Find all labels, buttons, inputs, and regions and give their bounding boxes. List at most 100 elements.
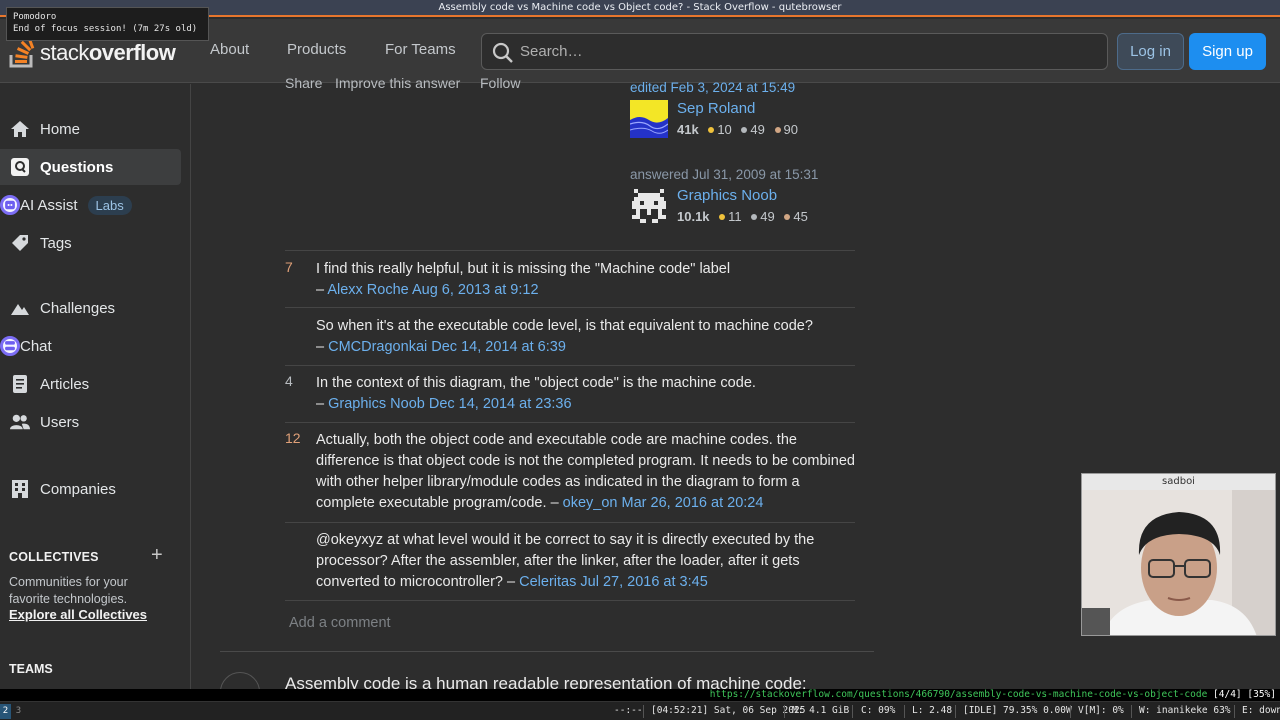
- comment-user-link[interactable]: Alexx Roche: [327, 282, 408, 298]
- webcam-feed: [1082, 490, 1275, 635]
- comment-user-link[interactable]: CMCDragonkai: [328, 339, 427, 355]
- webcam-label: sadboi: [1082, 474, 1275, 490]
- comment-date-link[interactable]: Jul 27, 2016 at 3:45: [580, 574, 707, 590]
- sidebar-item-chat[interactable]: Chat: [0, 328, 181, 364]
- bronze-badge-icon: [774, 127, 781, 133]
- share-link[interactable]: Share: [285, 75, 322, 91]
- gold-badge-icon: [719, 214, 726, 220]
- sidebar-item-label: Tags: [40, 234, 72, 252]
- system-status-bar: 2 3 --:-- [04:52:21] Sat, 06 Sep 2025 M:…: [0, 701, 1280, 720]
- comment-body: In the context of this diagram, the "obj…: [316, 373, 856, 415]
- sidebar-item-users[interactable]: Users: [0, 404, 181, 440]
- explore-collectives-link[interactable]: Explore all Collectives: [9, 607, 147, 622]
- chat-icon: [0, 336, 20, 356]
- status-separator: [643, 705, 644, 718]
- comment-dash: –: [316, 282, 325, 298]
- users-icon: [10, 412, 30, 432]
- search-icon: [492, 42, 514, 64]
- status-separator: [1070, 705, 1071, 718]
- add-comment-link[interactable]: Add a comment: [289, 615, 391, 631]
- comment-score: 4: [285, 373, 293, 389]
- comment-score: 12: [285, 430, 301, 446]
- comment-user-link[interactable]: Celeritas: [519, 574, 576, 590]
- nav-for-teams[interactable]: For Teams: [385, 41, 456, 58]
- comment-divider: [285, 600, 855, 601]
- logo-text: stackoverflow: [40, 40, 176, 66]
- collectives-description: Communities for your favorite technologi…: [9, 575, 128, 606]
- status-separator: [784, 705, 785, 718]
- comment-date-link[interactable]: Aug 6, 2013 at 9:12: [412, 282, 539, 298]
- editor-reputation: 41k 10 49 90: [677, 122, 798, 137]
- pomodoro-notification[interactable]: Pomodoro End of focus session! (7m 27s o…: [6, 7, 209, 41]
- current-url: https://stackoverflow.com/questions/4667…: [709, 689, 1208, 700]
- silver-badge-icon: [741, 127, 748, 133]
- comment-body: So when it's at the executable code leve…: [316, 316, 856, 358]
- screen: Assembly code vs Machine code vs Object …: [0, 0, 1280, 720]
- load-status: L: 2.48: [912, 705, 953, 716]
- comment-divider: [285, 250, 855, 251]
- sidebar-item-ai-assist[interactable]: AI Assist Labs: [0, 187, 181, 223]
- sidebar-item-label: Articles: [40, 375, 90, 393]
- comment-dash: –: [316, 396, 325, 412]
- media-status: --:--: [614, 705, 643, 716]
- stackoverflow-logo[interactable]: stackoverflow: [8, 36, 176, 68]
- silver-badge-icon: [751, 214, 758, 220]
- add-collective-icon[interactable]: +: [151, 544, 163, 567]
- sidebar-item-questions[interactable]: Questions: [0, 149, 181, 185]
- signup-button[interactable]: Sign up: [1189, 33, 1266, 70]
- clock: [04:52:21] Sat, 06 Sep 2025: [651, 705, 806, 716]
- comment-user-link[interactable]: Graphics Noob: [328, 396, 425, 412]
- comment-score: 7: [285, 259, 293, 275]
- gold-badge-count: 11: [728, 209, 742, 224]
- labs-badge: Labs: [87, 195, 132, 215]
- gold-badge-icon: [708, 127, 715, 133]
- sidebar-item-companies[interactable]: Companies: [0, 471, 181, 507]
- nav-products[interactable]: Products: [287, 41, 346, 58]
- bronze-badge-count: 90: [783, 122, 798, 137]
- sidebar-item-label: Challenges: [40, 299, 116, 317]
- bronze-badge-icon: [784, 214, 791, 220]
- cpu-status: C: 09%: [861, 705, 896, 716]
- workspace-button[interactable]: 3: [13, 704, 24, 719]
- nav-about[interactable]: About: [210, 41, 249, 58]
- sidebar-item-home[interactable]: Home: [0, 111, 181, 147]
- sidebar-item-tags[interactable]: Tags: [0, 225, 181, 261]
- search-box[interactable]: [481, 33, 1108, 70]
- teams-heading: TEAMS: [9, 662, 53, 676]
- comment-body: Actually, both the object code and execu…: [316, 430, 856, 514]
- sidebar-item-label: Chat: [20, 337, 52, 355]
- companies-icon: [10, 479, 30, 499]
- comment-date-link[interactable]: Dec 14, 2014 at 23:36: [429, 396, 572, 412]
- status-separator: [1131, 705, 1132, 718]
- author-reputation: 10.1k 11 49 45: [677, 209, 808, 224]
- author-avatar[interactable]: [630, 187, 668, 225]
- comment-date-link[interactable]: Dec 14, 2014 at 6:39: [431, 339, 566, 355]
- search-input[interactable]: [520, 34, 1080, 69]
- editor-avatar[interactable]: [629, 100, 669, 138]
- sidebar-item-challenges[interactable]: Challenges: [0, 290, 181, 326]
- improve-answer-link[interactable]: Improve this answer: [335, 75, 460, 91]
- sidebar-item-articles[interactable]: Articles: [0, 366, 181, 402]
- logo-text-bold: overflow: [88, 40, 176, 65]
- comment-text: So when it's at the executable code leve…: [316, 318, 813, 334]
- status-separator: [955, 705, 956, 718]
- editor-name-link[interactable]: Sep Roland: [677, 100, 755, 117]
- comment-divider: [285, 307, 855, 308]
- comment-user-link[interactable]: okey_on: [563, 495, 618, 511]
- workspace-button[interactable]: 2: [0, 704, 11, 719]
- comment-divider: [285, 422, 855, 423]
- window-title: Assembly code vs Machine code vs Object …: [438, 2, 842, 13]
- battery-status: [IDLE] 79.35% 0.00W: [963, 705, 1072, 716]
- sidebar-item-label: Questions: [40, 158, 114, 176]
- edited-timestamp-link[interactable]: edited Feb 3, 2024 at 15:49: [630, 80, 795, 95]
- login-button[interactable]: Log in: [1117, 33, 1184, 70]
- bronze-badge-count: 45: [793, 209, 808, 224]
- follow-link[interactable]: Follow: [480, 75, 520, 91]
- articles-icon: [10, 374, 30, 394]
- author-name-link[interactable]: Graphics Noob: [677, 187, 777, 204]
- comment-date-link[interactable]: Mar 26, 2016 at 20:24: [622, 495, 764, 511]
- comment-body: I find this really helpful, but it is mi…: [316, 259, 856, 301]
- reputation-score: 41k: [677, 122, 699, 137]
- wifi-status: W: inanikeke 63%: [1139, 705, 1231, 716]
- gold-badge-count: 10: [717, 122, 732, 137]
